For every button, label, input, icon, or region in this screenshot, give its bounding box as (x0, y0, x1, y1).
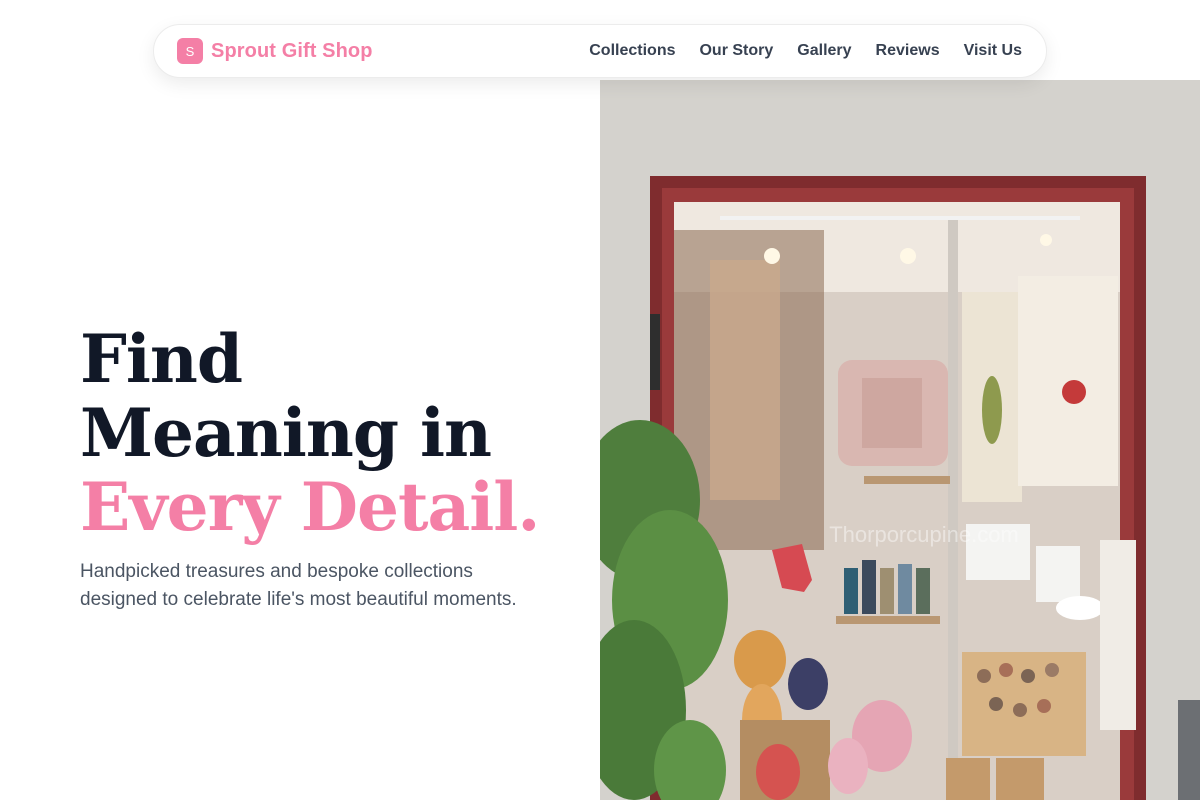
nav-link-reviews[interactable]: Reviews (876, 42, 940, 60)
nav-link-gallery[interactable]: Gallery (797, 42, 851, 60)
headline-accent: Every Detail. (80, 468, 540, 546)
nav-link-collections[interactable]: Collections (589, 42, 675, 60)
hero-headline: Find Meaning in Every Detail. (80, 322, 580, 544)
nav-links: Collections Our Story Gallery Reviews Vi… (589, 42, 1022, 60)
top-navigation: S Sprout Gift Shop Collections Our Story… (153, 24, 1047, 78)
nav-link-visit-us[interactable]: Visit Us (964, 42, 1022, 60)
storefront-image: Thorporcupine.com (600, 80, 1200, 800)
image-watermark: Thorporcupine.com (829, 522, 1019, 547)
brand-name: Sprout Gift Shop (211, 39, 373, 62)
headline-line-1: Find (80, 320, 243, 398)
brand-logo[interactable]: S Sprout Gift Shop (177, 38, 373, 64)
nav-link-our-story[interactable]: Our Story (699, 42, 773, 60)
hero-subtext: Handpicked treasures and bespoke collect… (80, 561, 517, 610)
brand-badge-icon: S (177, 38, 203, 64)
headline-line-2: Meaning in (80, 394, 492, 472)
